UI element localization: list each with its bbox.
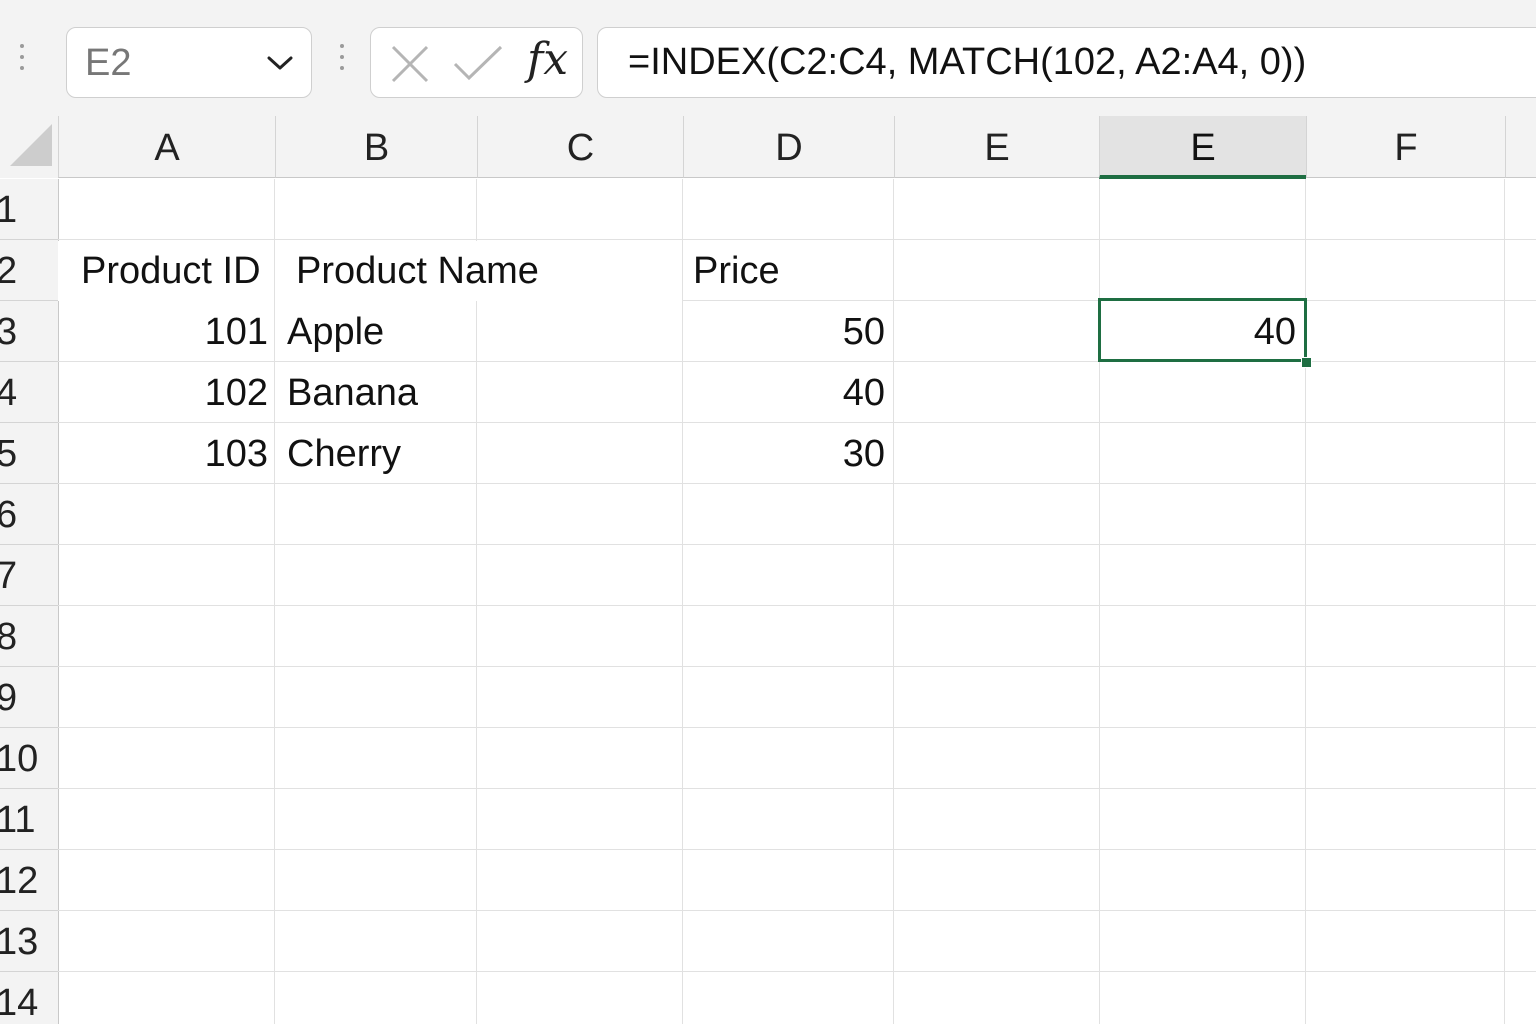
cell-d5[interactable]: 30 bbox=[683, 424, 885, 484]
row-header-11[interactable]: 11 bbox=[0, 789, 58, 850]
gridline bbox=[58, 971, 1536, 972]
row-header-4[interactable]: 4 bbox=[0, 362, 58, 423]
active-cell[interactable]: 40 bbox=[1098, 298, 1307, 362]
gridline bbox=[893, 179, 894, 1024]
row-headers: 1 2 3 4 5 6 7 8 9 10 11 12 13 14 bbox=[0, 179, 59, 1024]
row-header-6[interactable]: 6 bbox=[0, 484, 58, 545]
cell-d4[interactable]: 40 bbox=[683, 363, 885, 423]
fill-handle[interactable] bbox=[1301, 357, 1312, 368]
formula-bar[interactable]: =INDEX(C2:C4, MATCH(102, A2:A4, 0)) bbox=[597, 27, 1536, 98]
row-header-10[interactable]: 10 bbox=[0, 728, 58, 789]
column-header-a[interactable]: A bbox=[58, 116, 275, 178]
gridline bbox=[58, 239, 1536, 240]
chevron-down-icon[interactable] bbox=[267, 55, 293, 71]
active-cell-value: 40 bbox=[1253, 311, 1296, 353]
cell-b3[interactable]: Apple bbox=[287, 302, 477, 362]
row-header-14[interactable]: 14 bbox=[0, 972, 58, 1024]
gridline bbox=[58, 666, 1536, 667]
column-header-b[interactable]: B bbox=[275, 116, 477, 178]
gridline bbox=[58, 727, 1536, 728]
row-header-13[interactable]: 13 bbox=[0, 911, 58, 972]
cell-b5[interactable]: Cherry bbox=[287, 424, 477, 484]
row-header-12[interactable]: 12 bbox=[0, 850, 58, 911]
row-header-8[interactable]: 8 bbox=[0, 606, 58, 667]
column-header-f[interactable]: F bbox=[1306, 116, 1505, 178]
cell-a3[interactable]: 101 bbox=[58, 302, 268, 362]
column-header-e-selected[interactable]: E bbox=[1099, 116, 1306, 179]
checkmark-icon[interactable] bbox=[453, 44, 503, 84]
column-header-e[interactable]: E bbox=[894, 116, 1099, 178]
row-header-9[interactable]: 9 bbox=[0, 667, 58, 728]
gridline bbox=[1504, 179, 1505, 1024]
gridline bbox=[58, 788, 1536, 789]
cell-d3[interactable]: 50 bbox=[683, 302, 885, 362]
worksheet-grid[interactable]: Product ID Product Name Price 101 Apple … bbox=[58, 179, 1536, 1024]
cancel-icon[interactable] bbox=[390, 44, 430, 84]
row-header-2[interactable]: 2 bbox=[0, 240, 58, 301]
gridline bbox=[58, 849, 1536, 850]
gridline bbox=[58, 910, 1536, 911]
name-box-value: E2 bbox=[85, 42, 132, 84]
column-header-c[interactable]: C bbox=[477, 116, 683, 178]
name-box[interactable]: E2 bbox=[66, 27, 312, 98]
gridline bbox=[274, 179, 275, 1024]
cell-a2[interactable]: Product ID bbox=[58, 241, 274, 301]
cell-b4[interactable]: Banana bbox=[287, 363, 477, 423]
formula-buttons: fx bbox=[370, 27, 583, 98]
row-header-1[interactable]: 1 bbox=[0, 179, 58, 240]
cell-d2[interactable]: Price bbox=[683, 241, 893, 301]
row-header-3[interactable]: 3 bbox=[0, 301, 58, 362]
cell-a5[interactable]: 103 bbox=[58, 424, 268, 484]
toolbar-grip-left[interactable] bbox=[20, 44, 24, 84]
column-header-next[interactable] bbox=[1505, 116, 1536, 178]
cell-b2[interactable]: Product Name bbox=[275, 241, 682, 301]
gridline bbox=[58, 605, 1536, 606]
column-headers: A B C D E E F bbox=[0, 116, 1536, 179]
row-header-7[interactable]: 7 bbox=[0, 545, 58, 606]
insert-function-icon[interactable]: fx bbox=[527, 34, 568, 85]
gridline bbox=[58, 544, 1536, 545]
cell-a4[interactable]: 102 bbox=[58, 363, 268, 423]
toolbar-grip-middle[interactable] bbox=[340, 44, 344, 84]
row-header-5[interactable]: 5 bbox=[0, 423, 58, 484]
column-header-d[interactable]: D bbox=[683, 116, 894, 178]
formula-text: =INDEX(C2:C4, MATCH(102, A2:A4, 0)) bbox=[628, 41, 1307, 83]
